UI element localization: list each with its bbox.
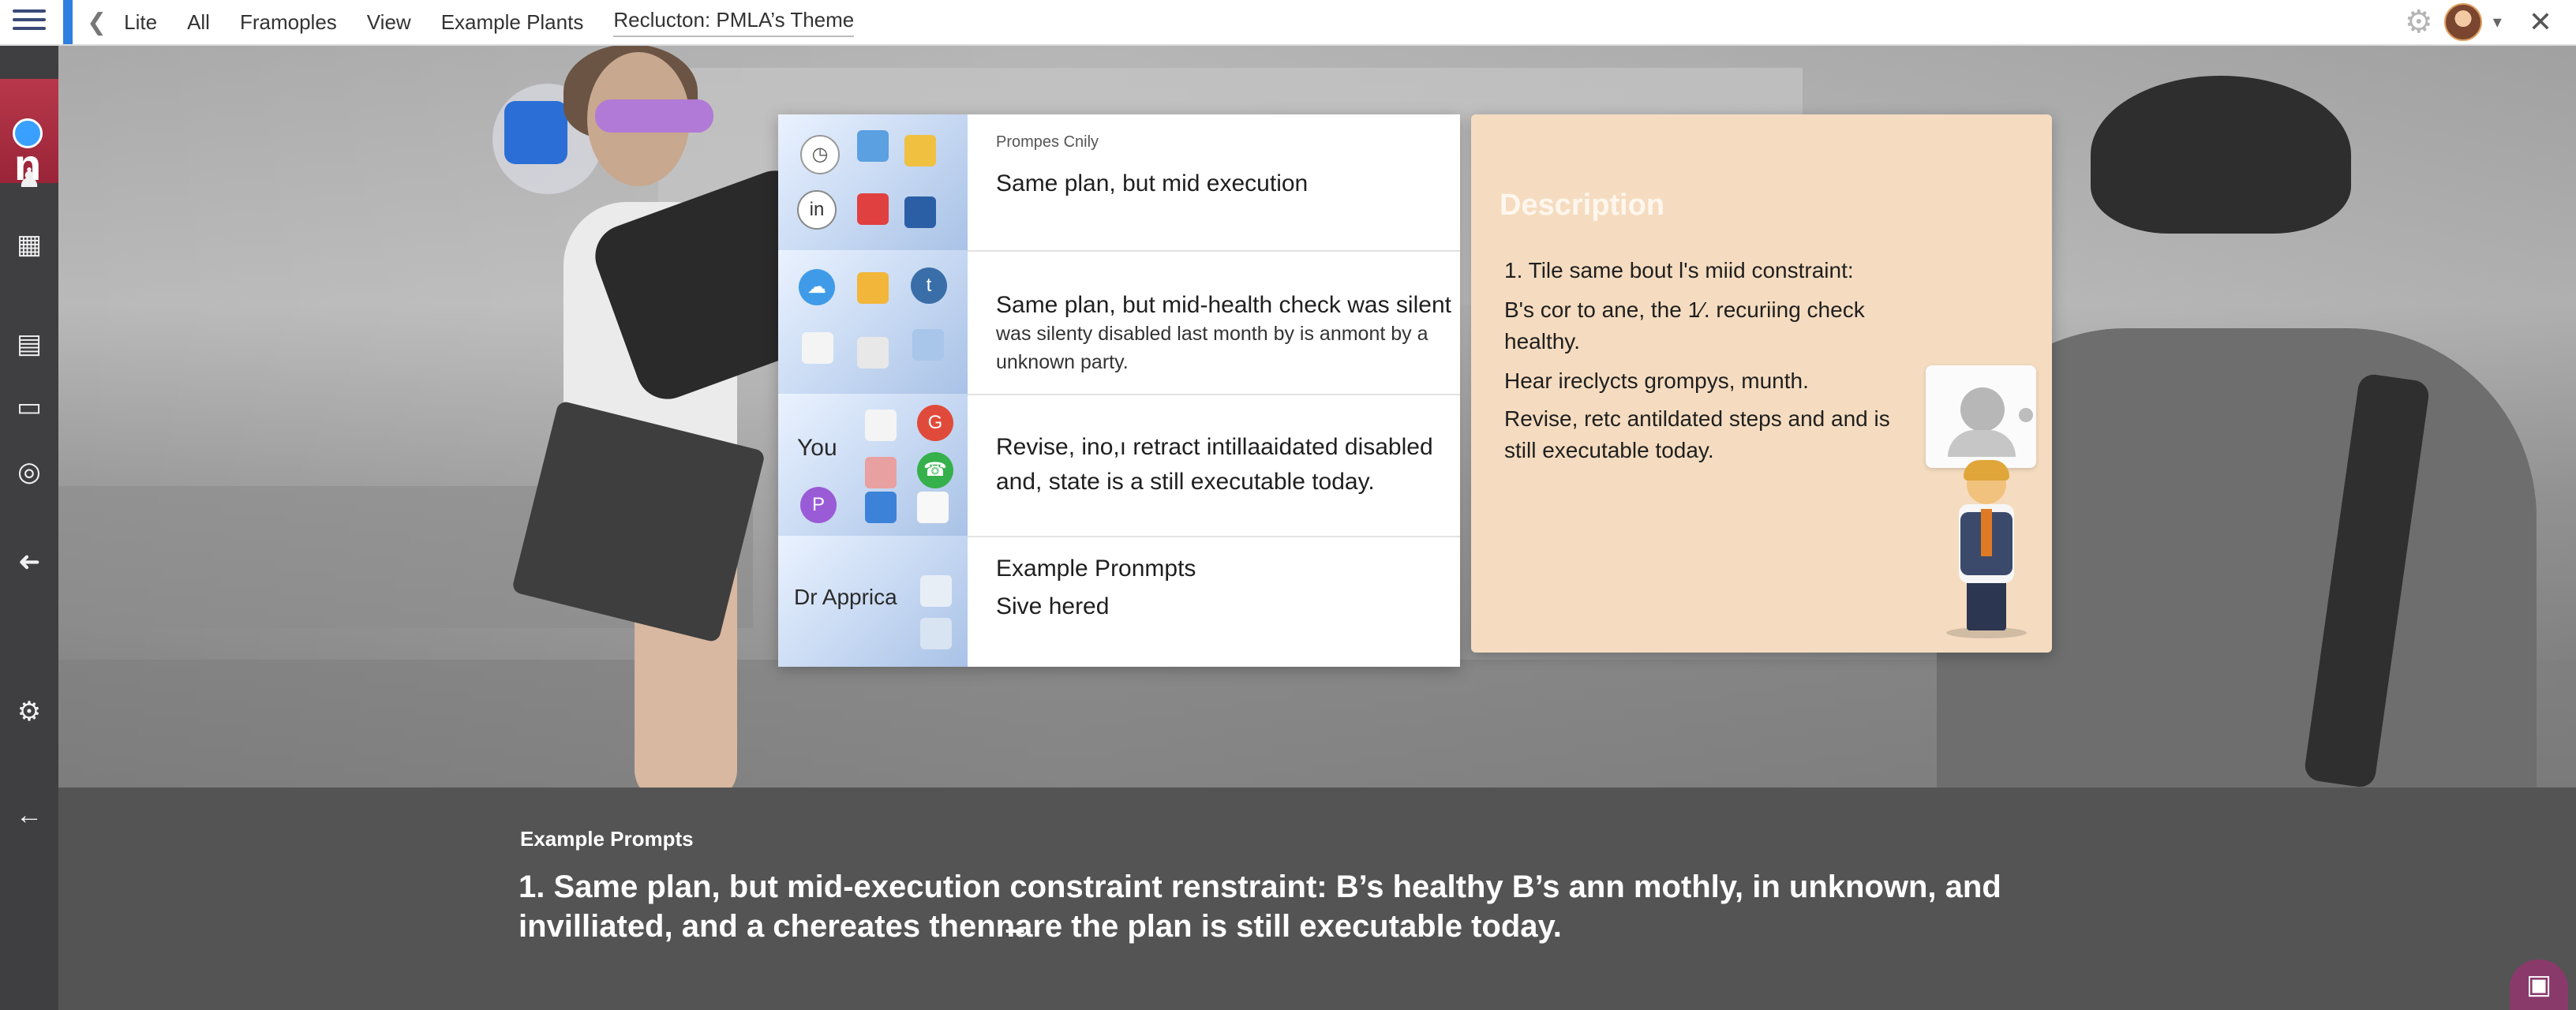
prompt-header-tag: Prompes Cnily: [996, 133, 1099, 151]
vr-glasses-icon: [595, 99, 713, 133]
floating-app-icon: [504, 101, 567, 164]
gallery-thumb-icon: [920, 618, 952, 649]
clock-icon: ◷: [800, 135, 840, 174]
back-arrow-icon[interactable]: ❮: [87, 9, 107, 36]
bottom-caption-panel: Example Prompts 1. Same plan, but mid-ex…: [58, 787, 2576, 1010]
figure-hair: [1964, 460, 2009, 481]
bottom-caption-line: 1. Same plan, but mid-execution constrai…: [519, 870, 2001, 904]
map-icon: [920, 575, 952, 607]
tab-view[interactable]: View: [367, 10, 411, 35]
tablet-icon: [857, 337, 889, 368]
prompt-thumbnail: ◷ in: [778, 114, 968, 250]
screenshot-button-icon[interactable]: ▣: [2510, 960, 2568, 1010]
prompt-thumbnail: Dr Apprica: [778, 536, 968, 667]
prompt-thumbnail: ☁ t: [778, 250, 968, 394]
prompt-text: Same plan, but mid execution: [996, 170, 1309, 196]
prompt-thumbnail: You G ☎ P: [778, 394, 968, 536]
man-figure-hair: [2091, 76, 2351, 234]
prompt-subtext: Sive hered: [996, 593, 1110, 619]
prompt-row[interactable]: ◷ in Prompes Cnily Same plan, but mid ex…: [778, 114, 1460, 252]
prompt-row[interactable]: ☁ t Same plan, but mid-health check was …: [778, 250, 1460, 395]
avatar-status-dot: [2019, 408, 2033, 422]
top-right-controls: ⚙ ▾ ✕: [2405, 0, 2552, 44]
tab-framoples[interactable]: Framoples: [240, 10, 337, 35]
p-app-icon: P: [800, 487, 837, 523]
video-icon: [857, 193, 889, 225]
avatar-placeholder-icon: [1926, 365, 2036, 468]
tab-example-plants[interactable]: Example Plants: [441, 10, 584, 35]
mail-icon: [865, 410, 897, 441]
google-icon: G: [917, 405, 953, 441]
top-bar: ❮ Lite All Framoples View Example Plants…: [0, 0, 2576, 46]
tree-icon: [904, 135, 936, 166]
target-icon[interactable]: ◎: [0, 456, 58, 488]
download-icon: [904, 196, 936, 228]
tag-icon: [865, 457, 897, 488]
prompt-card: ◷ in Prompes Cnily Same plan, but mid ex…: [778, 114, 1460, 667]
monitor-icon[interactable]: ▭: [0, 391, 58, 423]
tab-lite[interactable]: Lite: [124, 10, 157, 35]
user-avatar[interactable]: [2443, 3, 2482, 41]
document-icon: [802, 332, 833, 364]
figure-tie: [1981, 509, 1992, 556]
tab-reclucton-theme[interactable]: Reclucton: PMLA’s Theme: [613, 8, 855, 37]
linkedin-icon: in: [797, 190, 837, 230]
globe-icon: ☁: [799, 269, 835, 305]
prompt-text: Same plan, but mid-health check was sile…: [996, 292, 1451, 318]
gear-icon[interactable]: ⚙: [2405, 4, 2433, 40]
share-arrow-icon[interactable]: ➜: [0, 546, 58, 578]
prompt-row[interactable]: You G ☎ P Revise, ino,ı retract intillaa…: [778, 394, 1460, 537]
bottom-heading: Example Prompts: [520, 827, 694, 851]
description-line: B's cor to ane, the 1⁄. recuriing check …: [1504, 297, 1865, 354]
tab-all[interactable]: All: [187, 10, 210, 35]
businessman-illustration: [1943, 460, 2030, 638]
bar-chart-icon: [857, 272, 889, 304]
avatar-shoulder: [1948, 430, 2016, 457]
thumb-label-app: Dr Apprica: [794, 585, 897, 609]
chart-icon: [857, 130, 889, 162]
photo-icon: [912, 329, 944, 361]
thumb-label-you: You: [797, 435, 837, 461]
description-card: Description 1. Tile same bout l's miid c…: [1471, 114, 2052, 653]
whatsapp-icon: ☎: [917, 452, 953, 488]
bottom-caption-line: invilliated, and a chereates thenn̶are t…: [519, 909, 1562, 944]
close-icon[interactable]: ✕: [2529, 6, 2552, 39]
grid-icon[interactable]: ▦: [0, 229, 58, 260]
home-icon: [865, 492, 897, 523]
accent-strip: [63, 0, 73, 44]
settings-gear-icon[interactable]: ⚙: [0, 696, 58, 728]
tab-bar: ❮ Lite All Framoples View Example Plants…: [87, 0, 884, 44]
prompt-row[interactable]: Dr Apprica Example Pronmpts Sive hered: [778, 536, 1460, 667]
sidebar: n ♟ ▦ ▤ ▭ ◎ ➜ ⚙ ←: [0, 44, 58, 1010]
gallery-icon[interactable]: ▤: [0, 328, 58, 360]
prompt-subtext: was silenty disabled last month by is an…: [996, 323, 1428, 373]
prompt-text: Revise, ino,ı retract intillaaidated dis…: [996, 434, 1433, 495]
description-line: Hear ireclycts grompys, munth.: [1504, 368, 1809, 393]
chevron-down-icon[interactable]: ▾: [2493, 12, 2502, 32]
hamburger-menu-icon[interactable]: [13, 6, 46, 38]
figure-legs: [1967, 580, 2006, 630]
avatar-head: [1960, 387, 2005, 432]
collapse-arrow-icon[interactable]: ←: [0, 800, 58, 831]
description-line: 1. Tile same bout l's miid constraint:: [1504, 258, 1854, 282]
notes-icon: [917, 492, 949, 523]
description-title: Description: [1500, 189, 1665, 222]
prompt-text: Example Pronmpts: [996, 556, 1196, 582]
description-line: Revise, retc antildated steps and and is…: [1504, 406, 1890, 462]
person-icon[interactable]: ♟: [0, 163, 58, 194]
tumblr-icon: t: [911, 267, 947, 304]
